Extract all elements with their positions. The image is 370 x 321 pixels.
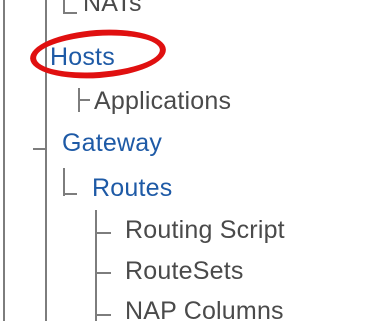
tree-branch-nap-columns <box>95 314 111 316</box>
tree-line-route-children <box>95 210 97 321</box>
tree-line-level1-lower <box>45 150 47 321</box>
tree-item-routing-script[interactable]: Routing Script <box>125 215 285 245</box>
tree-item-routesets[interactable]: RouteSets <box>125 256 244 286</box>
tree-line-nats-apps <box>63 0 65 13</box>
tree-branch-nats <box>63 12 77 14</box>
tree-line-left-outer <box>3 0 5 321</box>
tree-branch-applications <box>78 99 90 101</box>
tree-branch-routing-script <box>95 232 111 234</box>
tree-item-hosts[interactable]: Hosts <box>50 42 115 72</box>
tree-line-level1 <box>45 0 47 150</box>
tree-item-nats[interactable]: NATs <box>83 0 142 18</box>
tree-item-nap-columns[interactable]: NAP Columns <box>125 296 284 321</box>
tree-line-routes <box>63 168 65 196</box>
navigation-tree-panel: NATs Hosts Applications Gateway Routes R… <box>0 0 370 321</box>
tree-item-routes[interactable]: Routes <box>92 173 172 203</box>
tree-item-applications[interactable]: Applications <box>94 86 231 116</box>
tree-item-gateway[interactable]: Gateway <box>62 128 162 158</box>
tree-branch-routesets <box>95 272 111 274</box>
tree-branch-routes <box>63 193 77 195</box>
